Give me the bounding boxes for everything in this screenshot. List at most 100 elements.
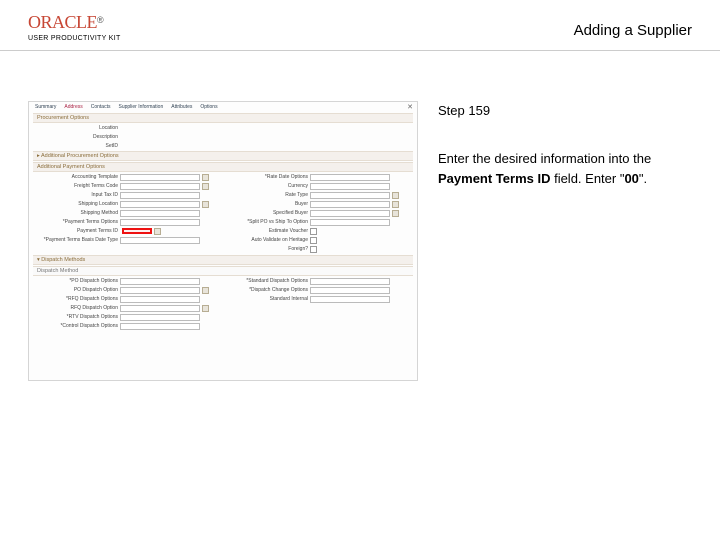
lookup-icon[interactable] — [202, 305, 209, 312]
form-row: Shipping Location — [33, 200, 223, 208]
text-field[interactable] — [120, 323, 200, 330]
lookup-icon[interactable] — [392, 201, 399, 208]
form-row: *RTV Dispatch Options — [33, 313, 223, 321]
lookup-icon[interactable] — [202, 183, 209, 190]
form-row: *PO Dispatch Options — [33, 277, 223, 285]
form-row: Description — [33, 133, 413, 141]
field-label: *PO Dispatch Options — [33, 278, 118, 284]
field-label: Payment Terms ID — [33, 228, 118, 234]
text-field[interactable] — [120, 278, 200, 285]
form-row: Standard Internal — [223, 295, 413, 303]
text-field[interactable] — [310, 287, 390, 294]
lookup-icon[interactable] — [392, 192, 399, 199]
form-row: Estimate Voucher — [223, 227, 413, 235]
text-field[interactable] — [120, 287, 200, 294]
form-row: Auto Validate on Heritage — [223, 236, 413, 244]
page-title: Adding a Supplier — [574, 22, 692, 39]
field-label: Input Tax ID — [33, 192, 118, 198]
text-field[interactable] — [310, 210, 390, 217]
text-field[interactable] — [310, 174, 390, 181]
form-row: *Dispatch Change Options — [223, 286, 413, 294]
lookup-icon[interactable] — [202, 174, 209, 181]
field-label: *Rate Date Options — [223, 174, 308, 180]
text-field[interactable] — [310, 201, 390, 208]
field-label: PO Dispatch Option — [33, 287, 118, 293]
field-label: Location — [33, 125, 118, 131]
form-row: Foreign? — [223, 245, 413, 253]
field-label: Currency — [223, 183, 308, 189]
tab-row: Summary Address Contacts Supplier Inform… — [33, 104, 413, 112]
form-row: *Standard Dispatch Options — [223, 277, 413, 285]
section-proc-options: Procurement Options — [33, 113, 413, 123]
text-field[interactable] — [310, 296, 390, 303]
close-icon[interactable]: ✕ — [406, 104, 414, 112]
form-row: Shipping Method — [33, 209, 223, 217]
text-field[interactable] — [310, 278, 390, 285]
tab-address[interactable]: Address — [64, 104, 82, 110]
field-label: *Dispatch Change Options — [223, 287, 308, 293]
form-row: SetID — [33, 142, 413, 150]
brand-tm: ® — [97, 15, 104, 25]
form-row: Rate Type — [223, 191, 413, 199]
field-label: Buyer — [223, 201, 308, 207]
section-add-proc[interactable]: ▸ Additional Procurement Options — [33, 151, 413, 161]
text-field[interactable] — [310, 219, 390, 226]
payment-terms-id-field[interactable] — [122, 228, 152, 234]
section-add-pay: Additional Payment Options — [33, 162, 413, 172]
form-row: *Rate Date Options — [223, 173, 413, 181]
field-label: *Split PO vs Ship To Option — [223, 219, 308, 225]
field-label: Estimate Voucher — [223, 228, 308, 234]
text-field[interactable] — [120, 201, 200, 208]
form-row: *Payment Terms Basis Date Type — [33, 236, 223, 244]
checkbox[interactable] — [310, 228, 317, 235]
text-field[interactable] — [120, 192, 200, 199]
text-field[interactable] — [310, 192, 390, 199]
field-label: *RFQ Dispatch Options — [33, 296, 118, 302]
field-label: Freight Terms Code — [33, 183, 118, 189]
field-label: *Standard Dispatch Options — [223, 278, 308, 284]
dispatch-sub: Dispatch Method — [33, 266, 413, 276]
text-field[interactable] — [120, 314, 200, 321]
checkbox[interactable] — [310, 246, 317, 253]
field-label: Shipping Method — [33, 210, 118, 216]
field-label: Standard Internal — [223, 296, 308, 302]
section-dispatch[interactable]: ▾ Dispatch Methods — [33, 255, 413, 265]
tab-contacts[interactable]: Contacts — [91, 104, 111, 110]
text-field[interactable] — [310, 183, 390, 190]
step-label: Step 159 — [438, 101, 692, 121]
checkbox[interactable] — [310, 237, 317, 244]
text-field[interactable] — [120, 210, 200, 217]
sub-brand: USER PRODUCTIVITY KIT — [28, 35, 121, 42]
app-screenshot: ✕ Summary Address Contacts Supplier Info… — [28, 101, 418, 381]
field-label: *Control Dispatch Options — [33, 323, 118, 329]
tab-options[interactable]: Options — [200, 104, 217, 110]
field-label: *RTV Dispatch Options — [33, 314, 118, 320]
text-field[interactable] — [120, 237, 200, 244]
tab-attributes[interactable]: Attributes — [171, 104, 192, 110]
tab-summary[interactable]: Summary — [35, 104, 56, 110]
form-row: Currency — [223, 182, 413, 190]
tab-supplier-info[interactable]: Supplier Information — [118, 104, 163, 110]
brand-logo: ORACLE — [28, 12, 97, 32]
instruction-text: Enter the desired information into the P… — [438, 149, 692, 189]
text-field[interactable] — [120, 296, 200, 303]
text-field[interactable] — [120, 305, 200, 312]
text-field[interactable] — [120, 183, 200, 190]
instruction-panel: Step 159 Enter the desired information i… — [438, 101, 692, 381]
text-field[interactable] — [120, 174, 200, 181]
form-row: *Payment Terms Options — [33, 218, 223, 226]
lookup-icon[interactable] — [202, 287, 209, 294]
form-row: Freight Terms Code — [33, 182, 223, 190]
lookup-icon[interactable] — [154, 228, 161, 235]
field-label: Shipping Location — [33, 201, 118, 207]
field-label: *Payment Terms Options — [33, 219, 118, 225]
form-row: *Control Dispatch Options — [33, 322, 223, 330]
lookup-icon[interactable] — [202, 201, 209, 208]
field-label: Foreign? — [223, 246, 308, 252]
field-label: Specified Buyer — [223, 210, 308, 216]
text-field[interactable] — [120, 219, 200, 226]
form-row: PO Dispatch Option — [33, 286, 223, 294]
field-label: Description — [33, 134, 118, 140]
lookup-icon[interactable] — [392, 210, 399, 217]
form-row: Specified Buyer — [223, 209, 413, 217]
